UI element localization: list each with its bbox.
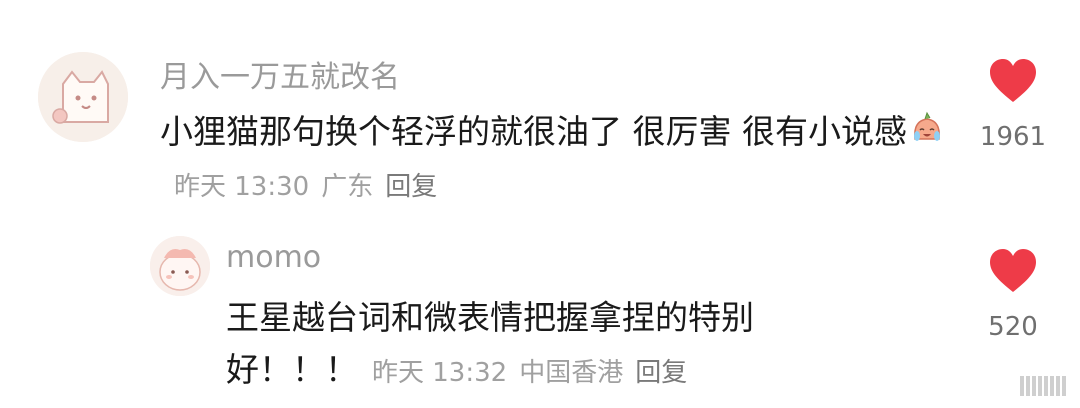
like-count: 1961 — [979, 122, 1047, 152]
like-button[interactable]: 520 — [970, 248, 1056, 342]
like-button[interactable]: 1961 — [970, 58, 1056, 152]
reply-button[interactable]: 回复 — [385, 172, 437, 202]
location: 中国香港 — [519, 358, 624, 388]
bunny-avatar-icon — [150, 236, 210, 296]
like-count: 520 — [988, 312, 1038, 342]
timestamp: 昨天 13:32 — [372, 358, 508, 388]
crying-laughing-emoji-icon — [913, 111, 940, 141]
reply-button[interactable]: 回复 — [635, 358, 687, 388]
location: 广东 — [321, 172, 374, 202]
heart-icon — [990, 59, 1036, 102]
heart-icon — [990, 249, 1036, 292]
cat-avatar-icon — [38, 52, 128, 142]
watermark-icon — [1020, 376, 1066, 396]
comment-meta: 昨天 13:30 广东 回复 — [174, 172, 449, 202]
username[interactable]: momo — [226, 240, 321, 275]
avatar[interactable] — [150, 236, 210, 296]
comment-text: 小狸猫那句换个轻浮的就很油了 很厉害 很有小说感 — [160, 112, 907, 151]
timestamp: 昨天 13:30 — [174, 172, 310, 202]
username[interactable]: 月入一万五就改名 — [160, 52, 400, 96]
comment-body: 小狸猫那句换个轻浮的就很油了 很厉害 很有小说感 昨天 13:30 广东 回复 — [160, 106, 950, 213]
avatar[interactable] — [38, 52, 128, 142]
comment-body: 王星越台词和微表情把握拿捏的特别好！！！ 昨天 13:32 中国香港 回复 — [226, 292, 866, 399]
comment-meta: 昨天 13:32 中国香港 回复 — [372, 358, 699, 388]
